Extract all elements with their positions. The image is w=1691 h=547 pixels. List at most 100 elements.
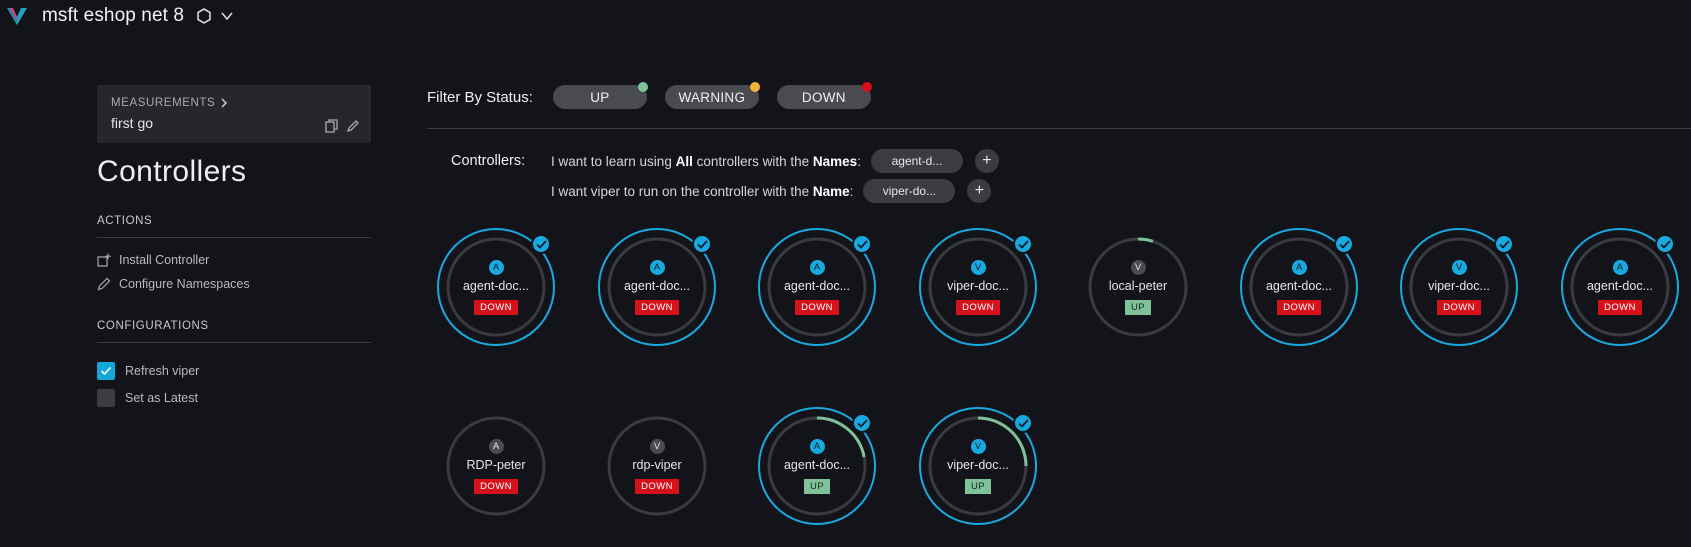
filter-label: Filter By Status:: [427, 88, 533, 106]
selected-check-icon[interactable]: [1655, 234, 1675, 254]
controller-node[interactable]: Aagent-doc... UP: [757, 406, 877, 526]
controller-node[interactable]: Vviper-doc... DOWN: [1399, 227, 1519, 347]
selected-check-icon[interactable]: [852, 234, 872, 254]
controller-content: Vlocal-peter UP: [1078, 227, 1198, 347]
learn-middle: controllers with the: [692, 153, 813, 169]
controller-name: agent-doc...: [783, 278, 850, 293]
learn-names: Names: [812, 153, 858, 169]
controller-type-icon: V: [970, 259, 986, 275]
viper-name-chip[interactable]: viper-do...: [863, 179, 956, 203]
controller-node[interactable]: Vviper-doc... DOWN: [918, 227, 1038, 347]
status-badge: DOWN: [956, 299, 1000, 315]
controller-name: local-peter: [1108, 278, 1168, 293]
pencil-icon[interactable]: [346, 119, 359, 133]
filter-warning-button[interactable]: WARNING: [664, 82, 760, 109]
controller-type-icon: V: [970, 438, 986, 454]
controller-type-icon: V: [1451, 259, 1467, 275]
configure-namespaces-label: Configure Namespaces: [119, 277, 250, 291]
viper-suffix: :: [849, 183, 854, 199]
configure-namespaces-action[interactable]: Configure Namespaces: [97, 272, 371, 296]
check-icon: [100, 366, 112, 375]
selected-check-icon[interactable]: [692, 234, 712, 254]
status-badge: DOWN: [795, 299, 839, 315]
controller-content: A RDP-peter DOWN: [436, 406, 556, 526]
controller-name: rdp-viper: [632, 457, 682, 472]
page-title: Controllers: [97, 155, 247, 188]
configurations-title: CONFIGURATIONS: [97, 320, 371, 343]
controller-type-icon: A: [488, 259, 504, 275]
controller-name: agent-doc...: [462, 278, 529, 293]
controller-name: viper-doc...: [947, 457, 1009, 472]
hexagon-icon[interactable]: [196, 8, 212, 24]
filter-up-label: UP: [590, 89, 610, 105]
agent-names-chip[interactable]: agent-d...: [870, 149, 963, 173]
app-title[interactable]: msft eshop net 8: [42, 5, 184, 27]
controller-type-icon: A: [1291, 259, 1307, 275]
refresh-viper-option[interactable]: Refresh viper: [97, 357, 371, 384]
measurement-actions: [325, 119, 359, 133]
status-badge: DOWN: [1277, 299, 1321, 315]
actions-title: ACTIONS: [97, 215, 371, 238]
controller-node[interactable]: Aagent-doc... DOWN: [436, 227, 556, 347]
filter-down-button[interactable]: DOWN: [776, 82, 872, 109]
refresh-viper-checkbox[interactable]: [97, 361, 115, 380]
controller-content: Vrdp-viper DOWN: [597, 406, 717, 526]
status-badge: DOWN: [474, 478, 518, 494]
controller-name: agent-doc...: [1265, 278, 1332, 293]
learning-controllers-line: I want to learn using All controllers wi…: [551, 149, 999, 173]
selected-check-icon[interactable]: [1494, 234, 1514, 254]
controller-name: agent-doc...: [783, 457, 850, 472]
selected-check-icon[interactable]: [1013, 413, 1033, 433]
status-badge: DOWN: [635, 478, 679, 494]
status-badge: DOWN: [474, 299, 518, 315]
learn-suffix: :: [857, 153, 861, 169]
controller-type-icon: A: [1612, 259, 1628, 275]
filter-up-button[interactable]: UP: [552, 82, 648, 109]
selected-check-icon[interactable]: [1013, 234, 1033, 254]
controller-type-icon: V: [1130, 259, 1146, 275]
status-badge: DOWN: [635, 299, 679, 315]
add-viper-button[interactable]: +: [967, 179, 992, 203]
status-dot-warning: [749, 82, 760, 92]
status-badge: UP: [965, 478, 991, 494]
controller-node[interactable]: Vlocal-peter UP: [1078, 227, 1198, 347]
controller-node[interactable]: Vviper-doc... UP: [918, 406, 1038, 526]
selected-check-icon[interactable]: [1334, 234, 1354, 254]
selected-check-icon[interactable]: [531, 234, 551, 254]
copy-icon[interactable]: [325, 119, 338, 133]
refresh-viper-label: Refresh viper: [125, 363, 200, 378]
learn-all: All: [675, 153, 693, 169]
status-badge: DOWN: [1437, 299, 1481, 315]
measurement-name: first go: [111, 115, 154, 131]
actions-list: Install Controller Configure Namespaces: [97, 248, 371, 296]
selected-check-icon[interactable]: [852, 413, 872, 433]
viper-prefix: I want viper to run on the controller wi…: [551, 183, 813, 199]
add-agent-button[interactable]: +: [974, 149, 999, 173]
controller-node[interactable]: Aagent-doc... DOWN: [1560, 227, 1680, 347]
chevron-down-icon[interactable]: [220, 9, 234, 23]
install-icon: [97, 253, 111, 267]
controller-node[interactable]: Vrdp-viper DOWN: [597, 406, 717, 526]
install-controller-action[interactable]: Install Controller: [97, 248, 371, 272]
controller-type-icon: A: [809, 259, 825, 275]
controller-name: agent-doc...: [1586, 278, 1653, 293]
measurements-breadcrumb[interactable]: MEASUREMENTS: [111, 97, 357, 109]
v-logo-icon[interactable]: [6, 6, 28, 26]
controller-type-icon: V: [649, 438, 665, 454]
set-as-latest-option[interactable]: Set as Latest: [97, 384, 371, 411]
controller-node[interactable]: A RDP-peter DOWN: [436, 406, 556, 526]
controller-name: agent-doc...: [623, 278, 690, 293]
chevron-right-icon: [221, 98, 228, 108]
controller-type-icon: A: [649, 259, 665, 275]
filter-down-label: DOWN: [801, 89, 846, 105]
status-filter: Filter By Status: UP WARNING DOWN: [427, 82, 889, 109]
viper-name: Name: [812, 183, 850, 199]
controller-node[interactable]: Aagent-doc... DOWN: [1239, 227, 1359, 347]
measurement-selector[interactable]: MEASUREMENTS first go: [97, 85, 371, 143]
controller-node[interactable]: Aagent-doc... DOWN: [757, 227, 877, 347]
set-as-latest-checkbox[interactable]: [97, 388, 115, 407]
controller-type-icon: A: [488, 438, 504, 454]
controller-node[interactable]: Aagent-doc... DOWN: [597, 227, 717, 347]
status-dot-up: [637, 82, 648, 92]
controller-name: viper-doc...: [1428, 278, 1490, 293]
